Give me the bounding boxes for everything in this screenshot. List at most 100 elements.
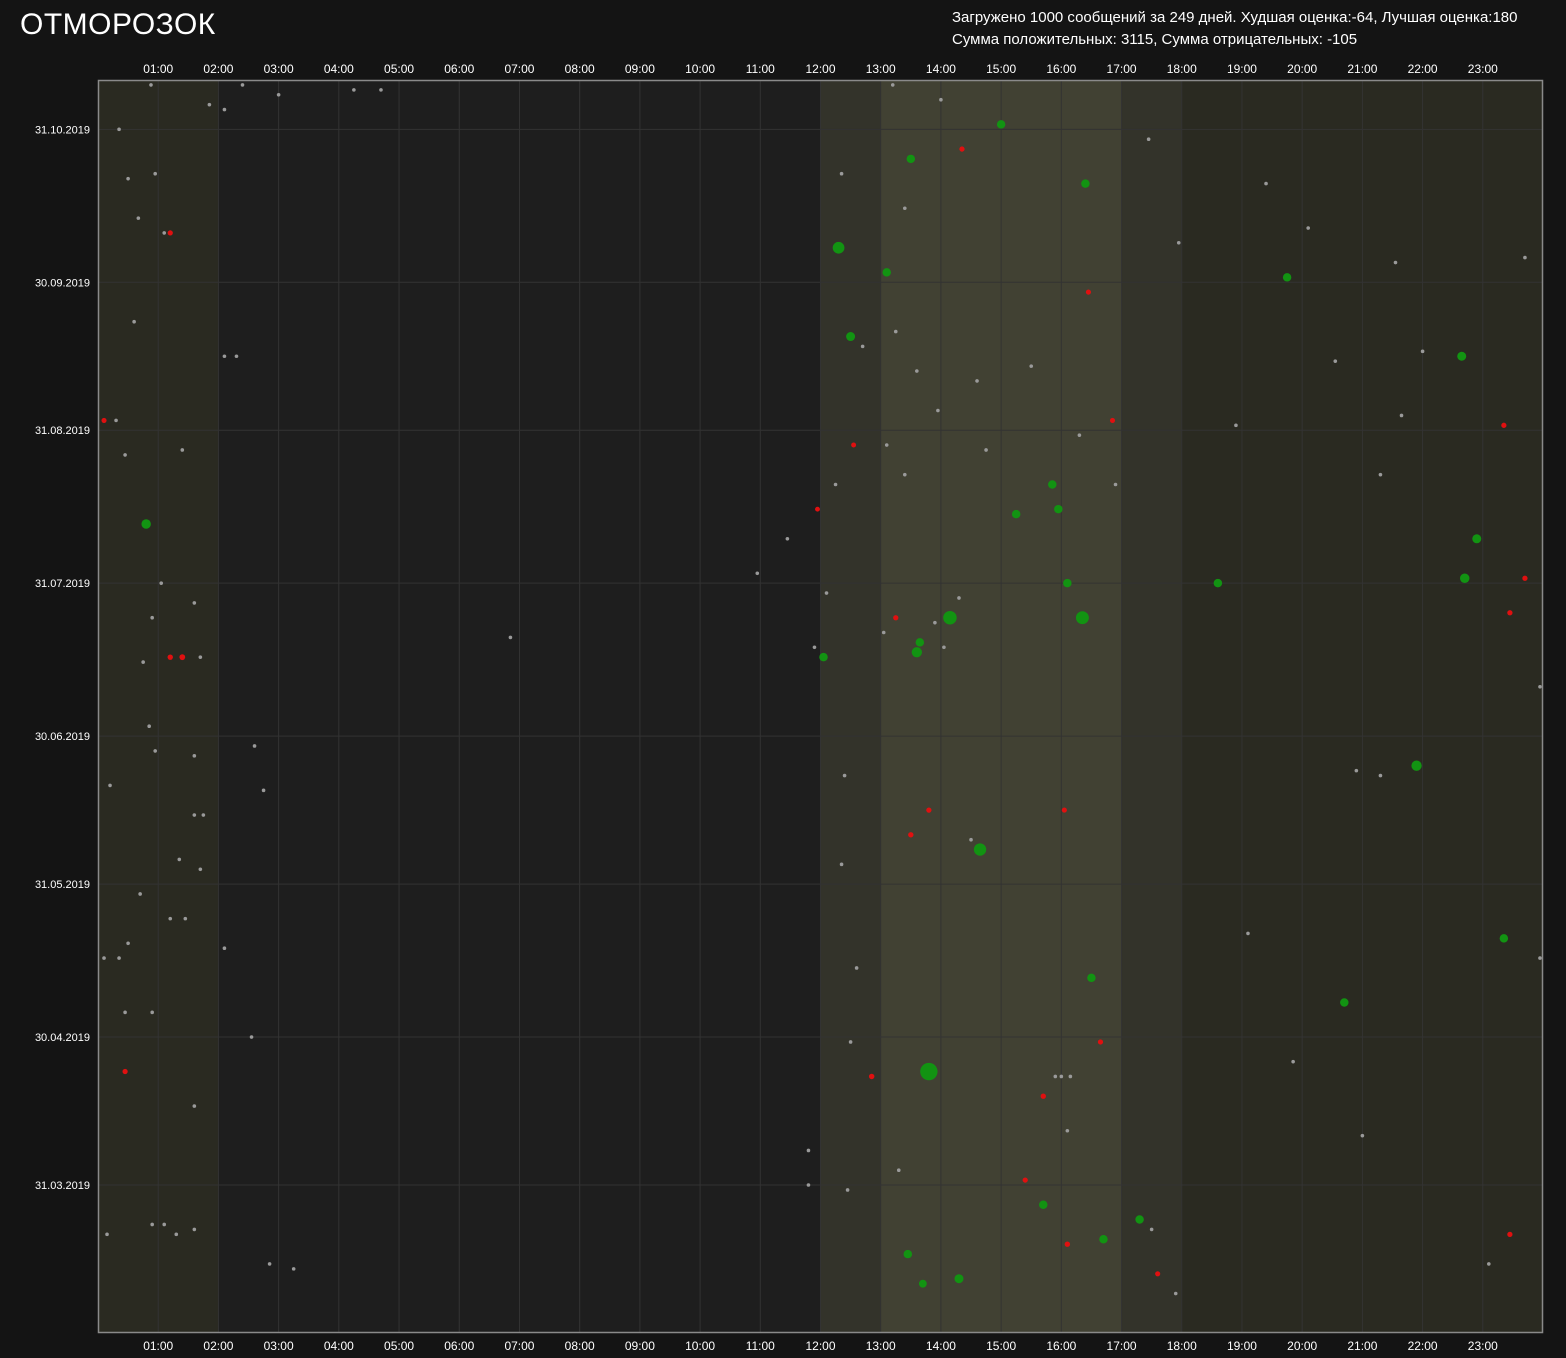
point-positive [1054,504,1063,514]
point-negative [926,807,932,813]
point-positive [943,610,957,625]
point-negative [1040,1093,1046,1099]
point-neutral [141,660,145,664]
point-positive [920,1062,938,1081]
x-tick-label-bottom: 09:00 [625,1339,655,1353]
x-tick-label-top: 02:00 [203,62,233,76]
x-tick-label-top: 07:00 [504,62,534,76]
x-tick-label-top: 15:00 [986,62,1016,76]
x-tick-label-bottom: 06:00 [444,1339,474,1353]
point-neutral [1149,1227,1154,1232]
point-negative [1022,1177,1028,1183]
x-tick-label-top: 18:00 [1167,62,1197,76]
point-neutral [192,601,197,605]
point-negative [1064,1241,1071,1247]
point-negative [1155,1271,1161,1277]
point-neutral [1487,1262,1491,1266]
point-neutral [1264,181,1268,186]
point-neutral [117,956,121,960]
point-positive [1135,1215,1144,1224]
x-tick-label-top: 05:00 [384,62,414,76]
point-neutral [893,329,898,334]
x-tick-label-top: 01:00 [143,62,173,76]
y-tick-label: 30.06.2019 [35,731,90,743]
x-tick-label-bottom: 04:00 [324,1339,354,1353]
point-negative [1061,807,1067,813]
point-neutral [222,946,227,951]
point-neutral [755,571,760,576]
point-neutral [240,83,245,87]
point-positive [1075,611,1089,625]
point-neutral [1306,226,1310,230]
point-neutral [833,482,838,487]
point-positive [1213,578,1223,588]
point-neutral [915,369,919,373]
point-neutral [1068,1074,1073,1079]
point-negative [1507,610,1513,616]
point-neutral [222,354,227,359]
point-neutral [824,591,829,595]
point-neutral [126,176,130,181]
x-tick-label-top: 04:00 [324,62,354,76]
x-tick-label-top: 12:00 [805,62,835,76]
point-neutral [845,1188,850,1192]
x-axis-bottom: 01:00 02:00 03:00 04:00 05:00 06:00 07:00 08:00… [143,1339,1498,1353]
point-neutral [105,1232,109,1237]
point-neutral [150,1010,154,1015]
y-tick-label: 31.10.2019 [35,124,90,136]
point-neutral [379,88,383,92]
point-positive [141,519,151,529]
x-tick-label-bottom: 23:00 [1468,1339,1498,1353]
point-neutral [1173,1291,1178,1296]
point-neutral [881,630,886,635]
point-positive [1081,179,1090,188]
point-positive [882,268,891,277]
point-positive [1048,480,1057,489]
point-neutral [1378,773,1383,778]
point-neutral [896,1168,901,1173]
point-positive [1063,578,1072,588]
x-tick-label-bottom: 13:00 [866,1339,896,1353]
point-positive [1499,934,1509,943]
x-tick-label-bottom: 20:00 [1287,1339,1317,1353]
point-negative [122,1068,128,1075]
x-tick-label-top: 09:00 [625,62,655,76]
x-tick-label-top: 03:00 [264,62,294,76]
point-neutral [150,615,154,620]
point-positive [1340,998,1349,1007]
point-neutral [1420,349,1425,354]
point-neutral [957,596,961,600]
point-neutral [261,788,266,793]
point-neutral [153,749,157,753]
point-neutral [1053,1074,1058,1079]
point-neutral [114,418,118,423]
point-neutral [854,966,859,970]
point-neutral [138,892,142,896]
x-tick-label-top: 10:00 [685,62,715,76]
point-neutral [1399,413,1404,418]
point-neutral [117,127,121,132]
point-neutral [1029,364,1034,368]
point-negative [179,654,186,661]
point-neutral [192,813,197,817]
point-neutral [162,1222,167,1227]
point-neutral [508,635,513,640]
x-tick-label-top: 14:00 [926,62,956,76]
activity-scatter-chart: 01:00 02:00 03:00 04:00 05:00 06:00 07:00 08:00… [35,62,1544,1353]
point-neutral [291,1267,296,1271]
point-neutral [222,107,227,112]
point-neutral [132,319,136,324]
point-neutral [984,448,988,452]
x-tick-label-top: 21:00 [1347,62,1377,76]
point-positive [1457,351,1467,361]
x-tick-label-bottom: 17:00 [1107,1339,1137,1353]
point-positive [906,154,916,164]
point-negative [959,146,965,152]
x-tick-label-top: 11:00 [746,62,775,76]
point-negative [908,832,914,838]
point-neutral [276,92,281,97]
point-neutral [102,956,106,960]
point-negative [815,506,820,512]
point-positive [996,120,1006,129]
point-neutral [1146,137,1151,141]
